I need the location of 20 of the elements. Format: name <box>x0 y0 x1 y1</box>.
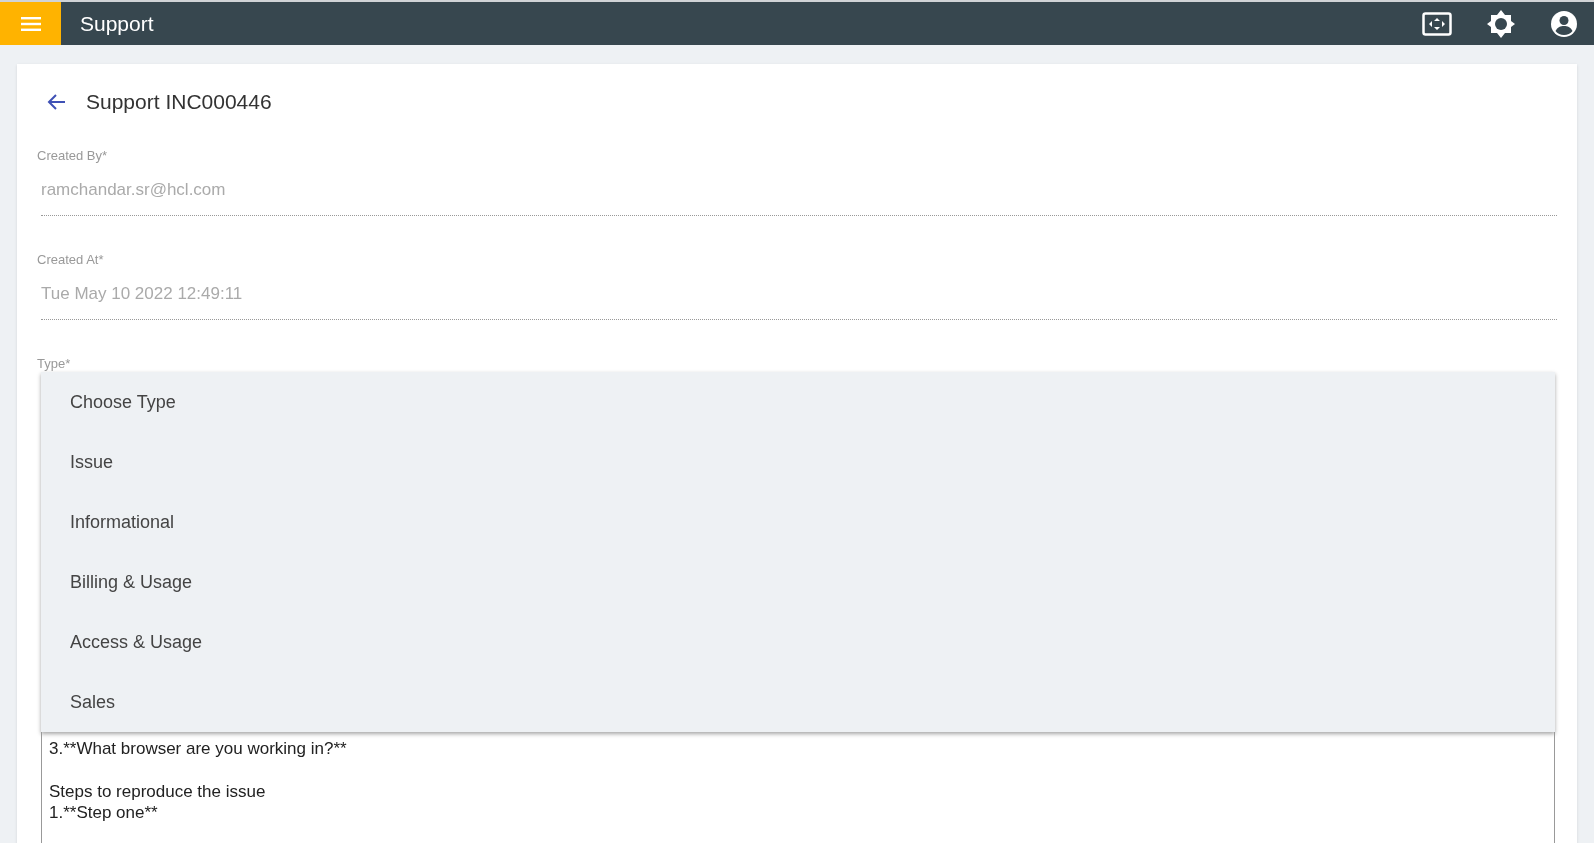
account-icon[interactable] <box>1550 9 1578 38</box>
page-title: Support INC000446 <box>86 89 272 115</box>
dropdown-option[interactable]: Informational <box>70 508 175 536</box>
description-text: Steps to reproduce the issue <box>49 781 266 802</box>
description-field[interactable]: 3.**What browser are you working in?** Steps to reproduce the issue 1.**Step one** <box>41 732 1555 843</box>
dropdown-option[interactable]: Sales <box>70 688 116 716</box>
field-label: Type* <box>37 354 72 373</box>
field-label: Created By* <box>37 146 109 165</box>
back-arrow-icon[interactable] <box>46 92 66 111</box>
dropdown-option[interactable]: Billing & Usage <box>70 568 193 596</box>
field-label: Created At* <box>37 250 105 269</box>
settings-icon[interactable] <box>1486 8 1516 39</box>
description-text: 3.**What browser are you working in?** <box>49 738 347 759</box>
app-title: Support <box>80 10 154 37</box>
fullscreen-icon[interactable] <box>1422 11 1452 36</box>
description-text: 1.**Step one** <box>49 802 158 823</box>
dropdown-option[interactable]: Access & Usage <box>70 628 203 656</box>
dropdown-option[interactable]: Issue <box>70 448 114 476</box>
menu-icon <box>20 16 41 31</box>
dropdown-option[interactable]: Choose Type <box>70 388 176 416</box>
